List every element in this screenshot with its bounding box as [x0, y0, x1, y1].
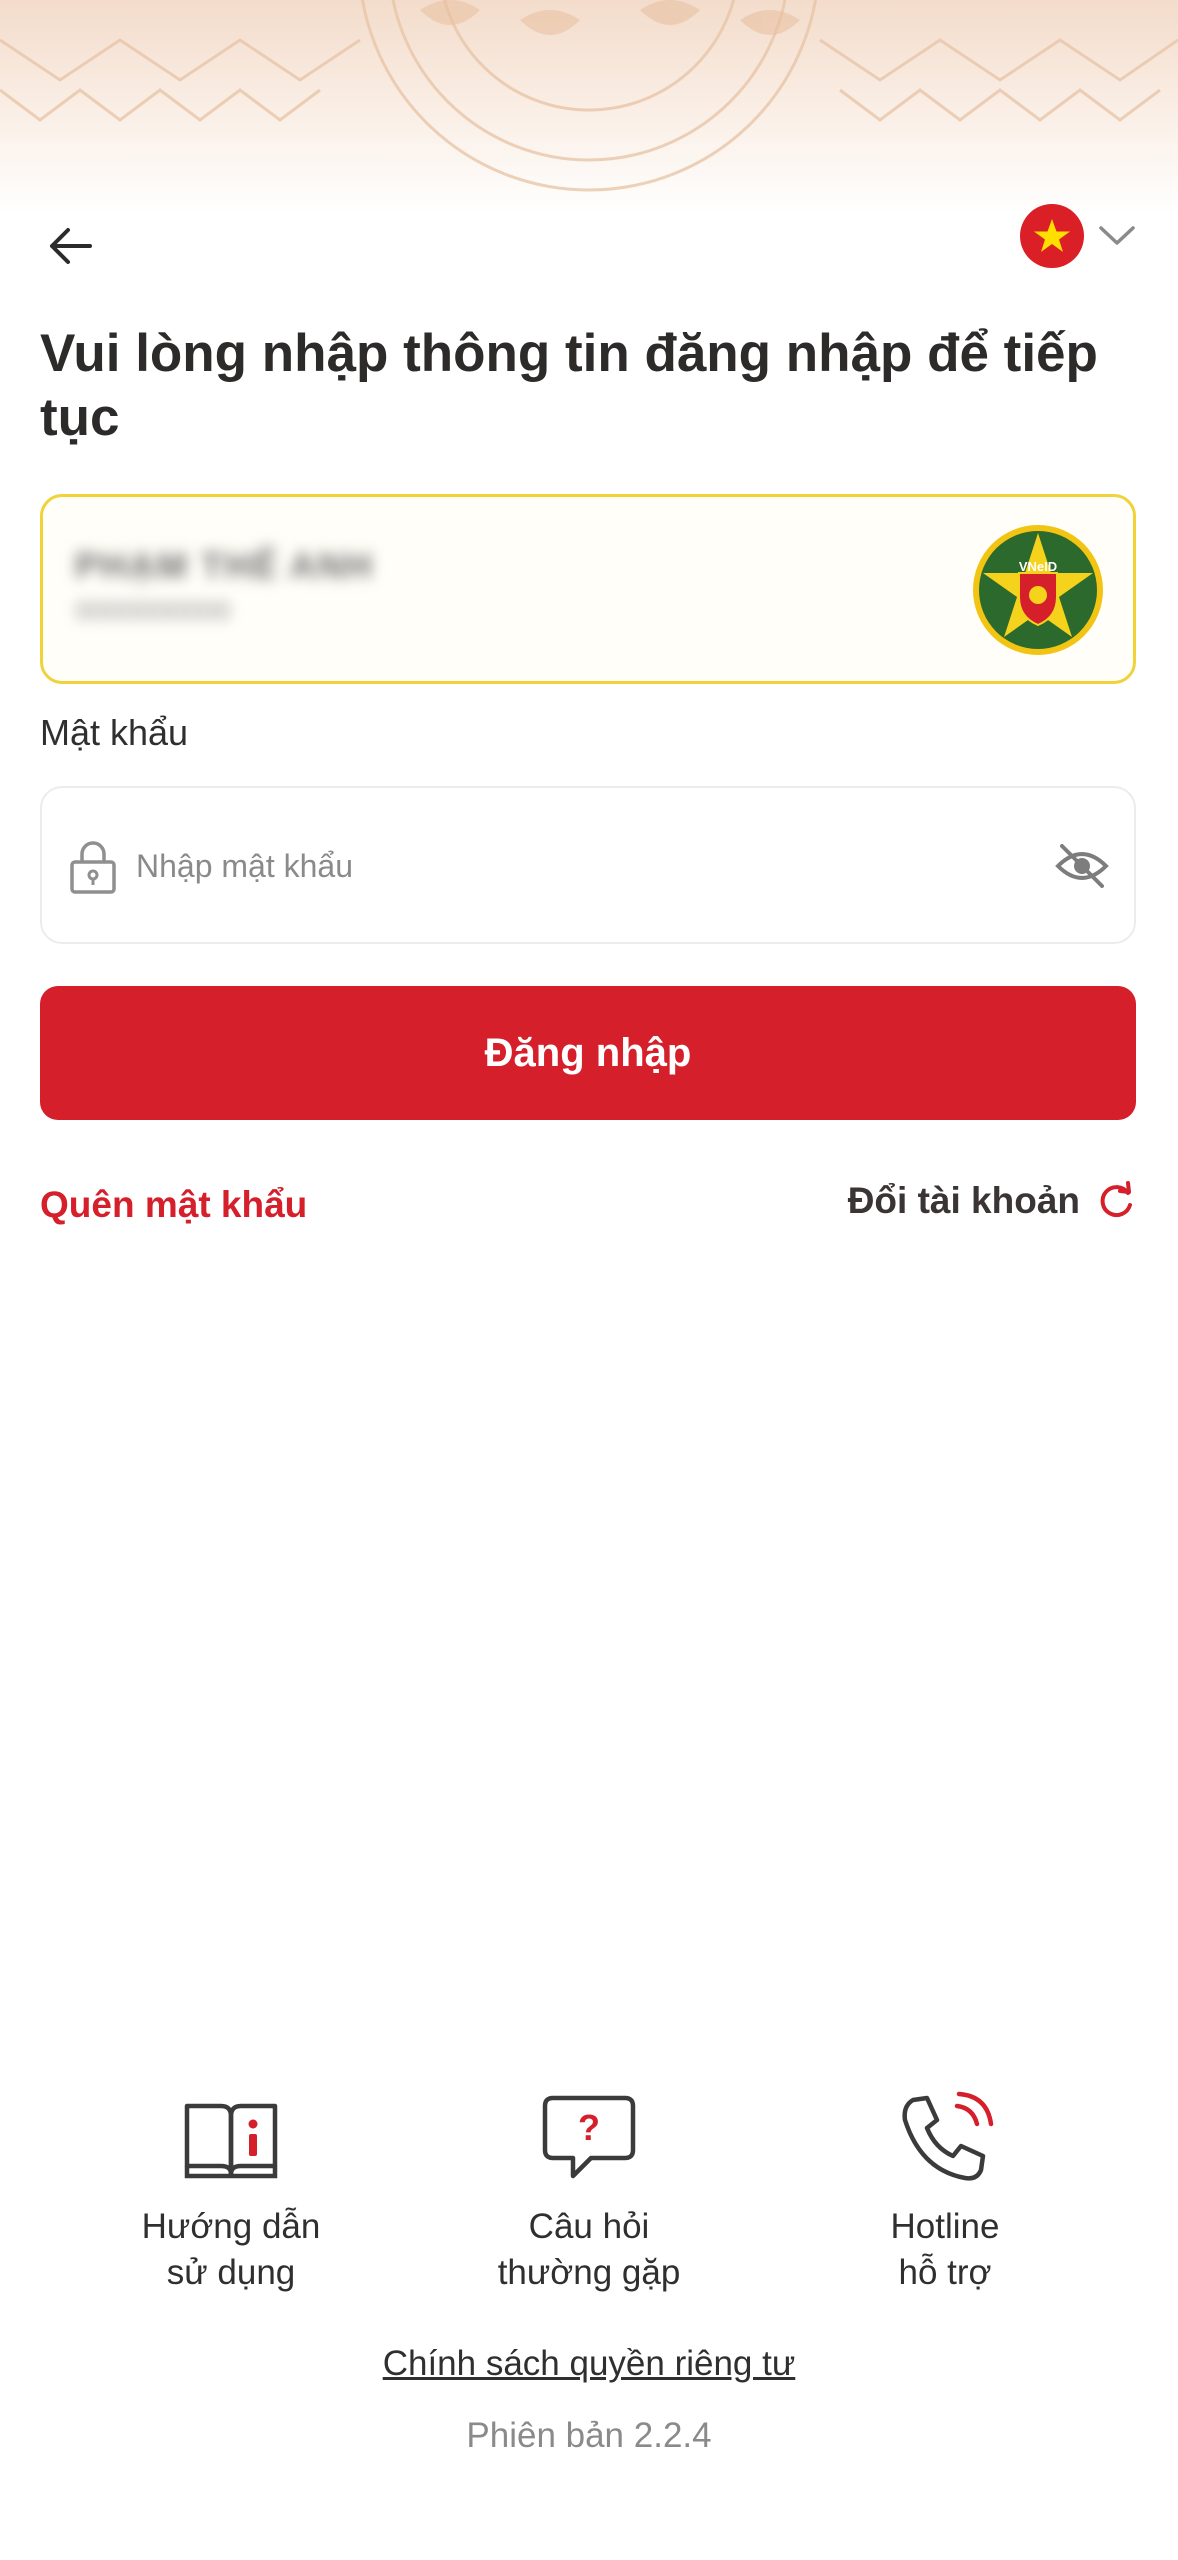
help-faq[interactable]: ? Câu hỏi thường gặp — [449, 2090, 729, 2296]
password-field[interactable] — [40, 786, 1136, 944]
chevron-down-icon — [1099, 226, 1135, 245]
help-hotline[interactable]: Hotline hỗ trợ — [805, 2090, 1085, 2296]
login-button[interactable]: Đăng nhập — [40, 986, 1136, 1120]
book-info-icon — [184, 2103, 278, 2179]
logo-text: VNeID — [1019, 559, 1057, 574]
privacy-policy-link[interactable]: Chính sách quyền riêng tư — [0, 2344, 1178, 2384]
lock-icon — [70, 841, 116, 894]
forgot-password-link[interactable]: Quên mật khẩu — [40, 1184, 307, 1226]
switch-account-link[interactable]: Đổi tài khoản — [848, 1180, 1136, 1222]
app-version: Phiên bản 2.2.4 — [466, 2416, 712, 2455]
header-decoration — [0, 0, 1178, 215]
phone-icon — [902, 2091, 994, 2181]
eye-off-icon[interactable] — [1054, 840, 1110, 892]
password-input[interactable] — [136, 828, 996, 904]
password-label: Mật khẩu — [40, 712, 189, 753]
vietnam-flag-icon — [1020, 204, 1084, 268]
refresh-icon — [1100, 1181, 1132, 1218]
account-name: PHẠM THẾ ANH — [75, 545, 374, 586]
help-user-guide-label: Hướng dẫn sử dụng — [141, 2207, 321, 2292]
account-card[interactable]: PHẠM THẾ ANH 0000000000 VNeID — [40, 494, 1136, 684]
arrow-left-icon — [50, 228, 92, 264]
vneid-logo-icon: VNeID — [973, 525, 1103, 655]
svg-text:?: ? — [578, 2107, 600, 2148]
language-selector[interactable] — [1020, 204, 1150, 268]
help-user-guide[interactable]: Hướng dẫn sử dụng — [91, 2090, 371, 2296]
login-screen: Vui lòng nhập thông tin đăng nhập để tiế… — [0, 0, 1178, 2560]
help-faq-label: Câu hỏi thường gặp — [497, 2207, 681, 2292]
help-hotline-label: Hotline hỗ trợ — [890, 2207, 1000, 2292]
switch-account-label: Đổi tài khoản — [847, 1180, 1080, 1221]
account-id: 0000000000 — [75, 595, 231, 626]
page-title: Vui lòng nhập thông tin đăng nhập để tiế… — [40, 324, 1098, 447]
question-chat-icon: ? — [542, 2095, 636, 2179]
back-button[interactable] — [40, 218, 100, 274]
